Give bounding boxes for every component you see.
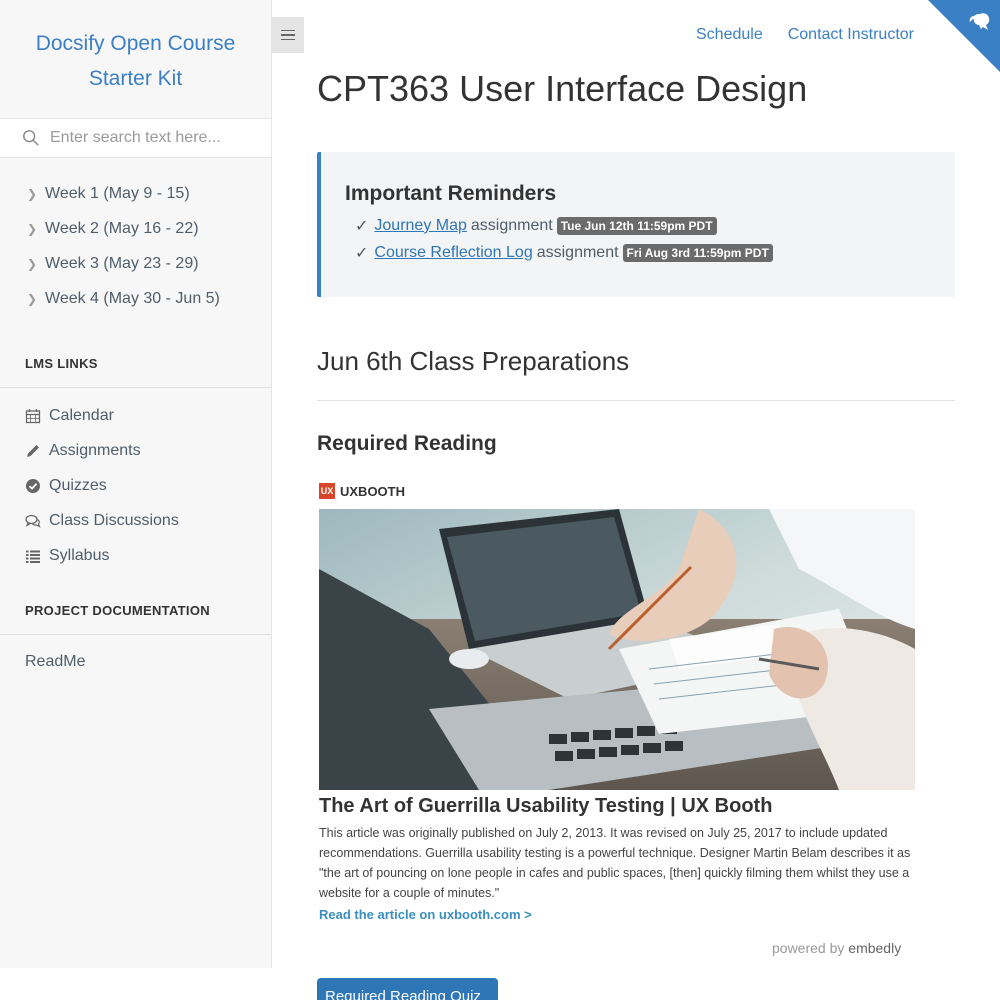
chevron-right-icon: ❯: [27, 291, 38, 306]
menu-bar: [281, 29, 295, 32]
due-date-badge: Tue Jun 12th 11:59pm PDT: [556, 216, 717, 235]
sidebar-item-week-4[interactable]: ❯ Week 4 (May 30 - Jun 5): [0, 281, 271, 316]
list-icon: [25, 548, 49, 564]
reminder-item: ✓ Course Reflection Log assignment Fri A…: [345, 239, 955, 266]
class-preparations-heading: Jun 6th Class Preparations: [317, 346, 630, 376]
reminder-item: ✓ Journey Map assignment Tue Jun 12th 11…: [345, 212, 955, 239]
required-reading-quiz-button[interactable]: Required Reading Quiz: [317, 978, 498, 1000]
sidebar-item-label: Quizzes: [49, 476, 107, 494]
read-article-link[interactable]: Read the article on uxbooth.com >: [319, 907, 915, 922]
sidebar-item-label: Week 4 (May 30 - Jun 5): [45, 289, 220, 307]
reminder-suffix: assignment: [470, 216, 553, 234]
uxbooth-logo-icon: UX: [319, 483, 335, 499]
sidebar-item-week-2[interactable]: ❯ Week 2 (May 16 - 22): [0, 211, 271, 246]
reminders-title: Important Reminders: [345, 182, 557, 205]
sidebar: Docsify Open Course Starter Kit ❯ Week 1 …: [0, 0, 272, 968]
course-reflection-log-link[interactable]: Course Reflection Log: [374, 244, 532, 262]
checkmark-icon: ✓: [355, 217, 369, 235]
powered-by-embedly[interactable]: powered by embedly: [772, 940, 901, 956]
menu-bar: [281, 38, 295, 41]
week-list: ❯ Week 1 (May 9 - 15) ❯ Week 2 (May 16 - 2…: [0, 158, 271, 316]
due-date-badge: Fri Aug 3rd 11:59pm PDT: [622, 243, 773, 262]
github-corner-icon[interactable]: [928, 0, 1000, 72]
pencil-icon: [25, 443, 49, 459]
menu-bar: [281, 34, 295, 36]
sidebar-toggle-button[interactable]: [272, 17, 304, 53]
sidebar-item-week-3[interactable]: ❯ Week 3 (May 23 - 29): [0, 246, 271, 281]
sidebar-item-label: Calendar: [49, 406, 114, 424]
sidebar-item-label: Syllabus: [49, 546, 110, 564]
calendar-icon: [25, 408, 49, 424]
article-title[interactable]: The Art of Guerrilla Usability Testing |…: [319, 795, 915, 818]
search-input[interactable]: [50, 129, 250, 147]
lms-links-list: Calendar Assignments Quizzes Class Discu…: [0, 388, 271, 573]
sidebar-item-week-1[interactable]: ❯ Week 1 (May 9 - 15): [0, 176, 271, 211]
sidebar-item-label: Class Discussions: [49, 511, 179, 529]
sidebar-item-class-discussions[interactable]: Class Discussions: [0, 503, 271, 538]
search-icon: [23, 130, 39, 146]
sidebar-item-syllabus[interactable]: Syllabus: [0, 538, 271, 573]
article-embed-card: UX UXBOOTH The Art of Guerrilla Usabilit…: [319, 480, 915, 922]
nav-schedule-link[interactable]: Schedule: [696, 26, 763, 44]
sidebar-item-label: Assignments: [49, 441, 141, 459]
sidebar-item-quizzes[interactable]: Quizzes: [0, 468, 271, 503]
powered-by-text: powered by: [772, 940, 845, 956]
reminder-suffix: assignment: [536, 243, 619, 261]
required-reading-heading: Required Reading: [317, 432, 497, 455]
page-title: CPT363 User Interface Design: [317, 68, 808, 109]
embedly-brand: embedly: [848, 940, 902, 956]
provider-name: UXBOOTH: [340, 483, 405, 499]
sidebar-item-label: Week 2 (May 16 - 22): [45, 219, 199, 237]
sidebar-item-calendar[interactable]: Calendar: [0, 398, 271, 433]
search-box: [0, 118, 271, 158]
sidebar-item-label: Week 3 (May 23 - 29): [45, 254, 199, 272]
project-documentation-heading: PROJECT DOCUMENTATION: [0, 597, 271, 635]
comments-icon: [25, 513, 49, 529]
sidebar-item-assignments[interactable]: Assignments: [0, 433, 271, 468]
top-nav: Schedule Contact Instructor: [696, 26, 914, 44]
embed-provider: UX UXBOOTH: [319, 480, 915, 502]
divider: [317, 400, 955, 401]
reminders-callout: Important Reminders ✓ Journey Map assign…: [317, 152, 955, 297]
lms-links-heading: LMS LINKS: [0, 350, 271, 388]
check-circle-icon: [25, 478, 49, 494]
article-hero-image[interactable]: [319, 509, 915, 790]
chevron-right-icon: ❯: [27, 256, 38, 271]
sidebar-item-label: Week 1 (May 9 - 15): [45, 184, 190, 202]
nav-contact-instructor-link[interactable]: Contact Instructor: [788, 26, 914, 44]
app-name-link[interactable]: Docsify Open Course Starter Kit: [26, 26, 246, 96]
chevron-right-icon: ❯: [27, 221, 38, 236]
journey-map-link[interactable]: Journey Map: [374, 217, 467, 235]
app-name-container: Docsify Open Course Starter Kit: [0, 0, 271, 118]
article-description: This article was originally published on…: [319, 826, 911, 900]
checkmark-icon: ✓: [355, 244, 369, 262]
chevron-right-icon: ❯: [27, 186, 38, 201]
sidebar-item-readme[interactable]: ReadMe: [0, 635, 271, 671]
